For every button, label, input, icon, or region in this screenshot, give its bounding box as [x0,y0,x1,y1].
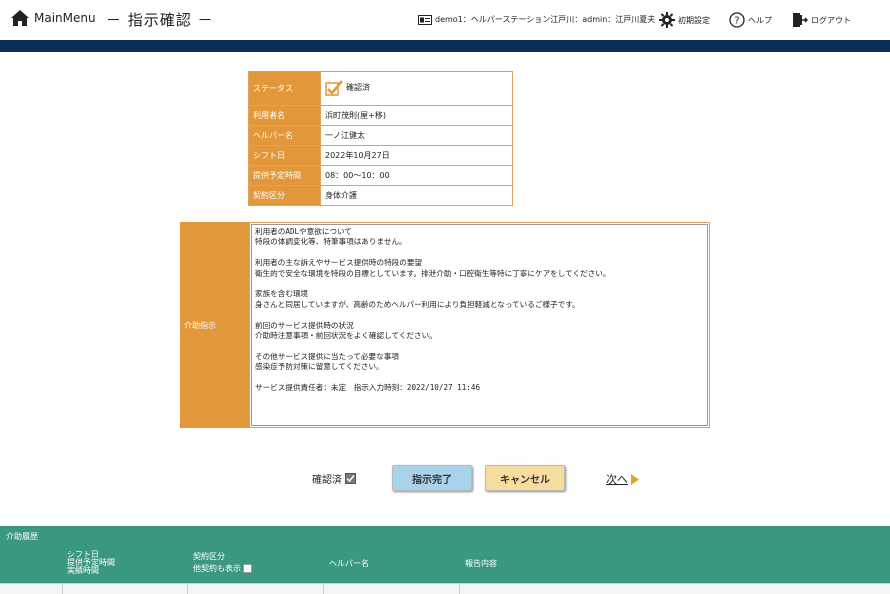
main-menu-link[interactable]: MainMenu [10,9,96,27]
arrow-right-icon [631,473,639,485]
id-card-icon [418,14,432,25]
column-divider [187,583,188,594]
status-value: 確認済 [346,83,370,92]
user-info-text: demo1：ヘルパーステーション江戸川：admin：江戸川夏夫 [435,15,656,24]
care-history-title: 介助履歴 [6,532,38,541]
user-info: demo1：ヘルパーステーション江戸川：admin：江戸川夏夫 [418,14,655,25]
info-row-time: 提供予定時間 08：00～10：00 [248,165,513,186]
page-title: － 指示確認 － [106,11,214,29]
column-divider [459,583,460,594]
checkmark-icon [325,79,343,96]
nav-bar [0,40,890,52]
help-icon: ? [729,12,745,28]
settings-label: 初期設定 [678,15,710,25]
helper-name-value: 一ノ江健太 [320,125,513,146]
care-instruction-textarea[interactable]: 利用者のADLや意欲について 特段の体調変化等、特筆事項はありません。 利用者の… [251,224,708,426]
shift-date-value: 2022年10月27日 [320,145,513,166]
user-name-label: 利用者名 [248,105,321,126]
show-other-contracts[interactable]: 他契約も表示 [193,564,252,573]
info-row-shift: シフト日 2022年10月27日 [248,145,513,166]
column-divider [62,583,63,594]
confirmed-checkbox[interactable] [345,473,356,484]
logout-label: ログアウト [811,15,851,25]
logout-button[interactable]: ログアウト [792,12,851,28]
gear-icon [659,12,675,28]
show-other-contracts-label: 他契約も表示 [193,563,241,573]
planned-time-label: 提供予定時間 [248,165,321,186]
order-info-table: ステータス 確認済 利用者名 浜町茂則(屋+移) ヘルパー名 一ノ江健太 シフト… [248,71,513,206]
care-instruction-box: 利用者のADLや意欲について 特段の体調変化等、特筆事項はありません。 利用者の… [249,222,710,428]
next-label: 次へ [606,473,628,486]
info-row-status: ステータス 確認済 [248,71,513,106]
col-helper-name[interactable]: ヘルパー名 [329,560,369,568]
info-row-contract: 契約区分 身体介護 [248,185,513,206]
show-other-contracts-checkbox[interactable] [243,564,252,573]
complete-instruction-button[interactable]: 指示完了 [392,465,472,491]
app-header: MainMenu － 指示確認 － demo1：ヘルパーステーション江戸川：ad… [0,0,890,40]
col-actual-time[interactable]: 実績時間 [67,567,99,575]
home-icon [11,10,29,26]
cancel-button[interactable]: キャンセル [485,465,565,491]
next-link[interactable]: 次へ [606,471,639,487]
help-button[interactable]: ? ヘルプ [729,12,772,28]
contract-type-value: 身体介護 [320,185,513,206]
settings-button[interactable]: 初期設定 [659,12,710,28]
col-contract-type[interactable]: 契約区分 [193,553,225,561]
helper-name-label: ヘルパー名 [248,125,321,146]
planned-time-value: 08：00～10：00 [320,165,513,186]
info-row-helper: ヘルパー名 一ノ江健太 [248,125,513,146]
confirmed-checkbox-group[interactable]: 確認済 [312,471,356,486]
main-menu-label: MainMenu [34,11,96,25]
confirmed-label: 確認済 [312,475,342,486]
column-divider [323,583,324,594]
care-instruction-label: 介助指示 [180,222,249,428]
care-instruction-section: 介助指示 利用者のADLや意欲について 特段の体調変化等、特筆事項はありません。… [180,222,710,428]
shift-date-label: シフト日 [248,145,321,166]
contract-type-label: 契約区分 [248,185,321,206]
history-table-body [0,583,890,594]
svg-text:?: ? [734,16,739,27]
info-row-user: 利用者名 浜町茂則(屋+移) [248,105,513,126]
logout-door-icon [793,13,808,27]
status-label: ステータス [248,71,321,106]
col-report[interactable]: 報告内容 [465,560,497,568]
status-value-cell: 確認済 [320,71,513,106]
user-name-value: 浜町茂則(屋+移) [320,105,513,126]
help-label: ヘルプ [748,15,772,25]
